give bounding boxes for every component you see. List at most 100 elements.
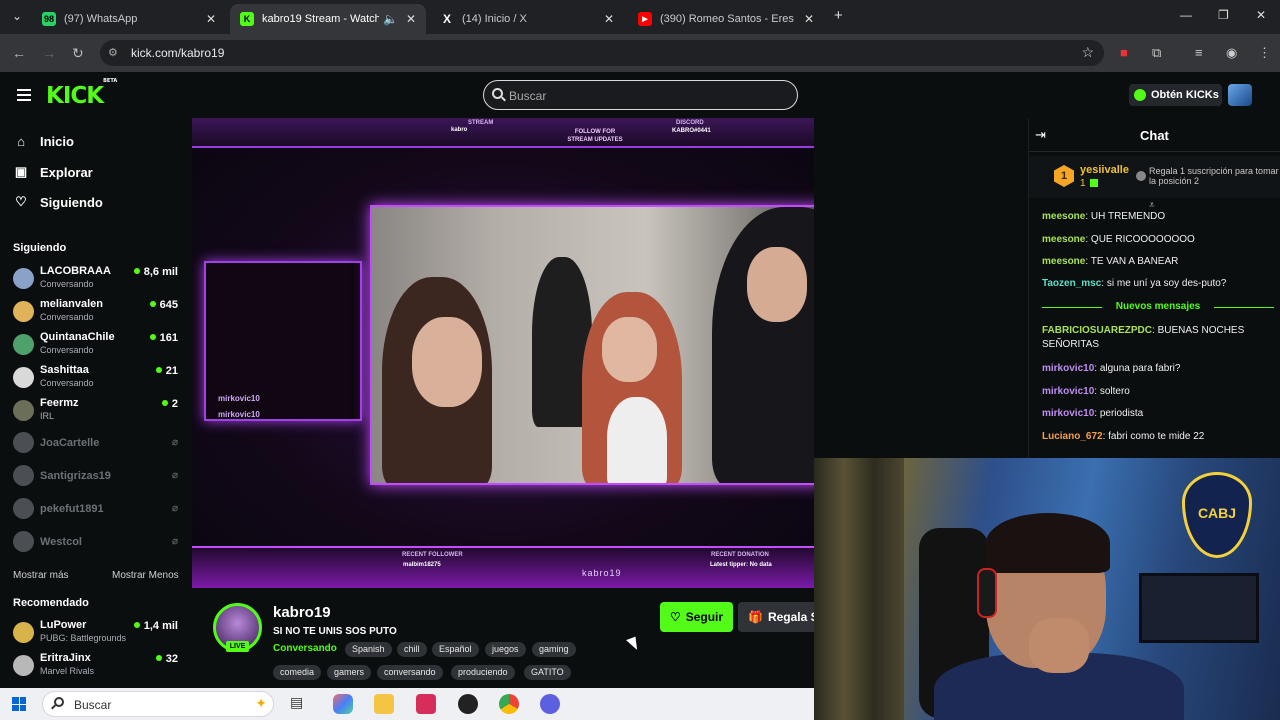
close-tab-icon[interactable]: ✕ [604, 12, 614, 26]
sidebar-channel-offline[interactable]: Westcol ⌀ [13, 528, 181, 560]
site-info-icon[interactable]: ⚙ [108, 46, 118, 59]
nav-siguiendo[interactable]: ♡ Siguiendo [14, 194, 103, 210]
close-tab-icon[interactable]: ✕ [406, 12, 416, 26]
sidebar-channel[interactable]: Sashittaa Conversando 21 [13, 364, 181, 396]
x-logo-icon: X [440, 12, 454, 26]
profile-icon[interactable]: ◉ [1226, 45, 1237, 61]
address-bar[interactable]: ⚙ kick.com/kabro19 ☆ [100, 40, 1104, 66]
tag[interactable]: gaming [532, 642, 576, 657]
gift-icon: 🎁 [748, 610, 763, 624]
chat-text: TE VAN A BANEAR [1090, 256, 1179, 267]
tab-whatsapp[interactable]: 98 (97) WhatsApp ✕ [32, 4, 226, 34]
search-input[interactable]: Buscar [483, 80, 798, 110]
bookmark-star-icon[interactable]: ☆ [1081, 44, 1094, 61]
taskbar-search[interactable]: Buscar ✦ [42, 691, 274, 717]
sidebar-channel-offline[interactable]: JoaCartelle ⌀ [13, 429, 181, 461]
sidebar-channel-offline[interactable]: pekefut1891 ⌀ [13, 495, 181, 527]
windows-start-icon[interactable] [12, 697, 26, 711]
puzzle-icon[interactable]: ⧉ [1152, 45, 1161, 61]
avatar [13, 334, 34, 355]
file-explorer-icon[interactable] [374, 694, 394, 714]
tag[interactable]: comedia [273, 665, 322, 680]
audio-icon[interactable]: 🔈 [383, 12, 398, 26]
stream-category[interactable]: Conversando [273, 643, 337, 654]
new-tab-icon[interactable]: + [834, 7, 843, 24]
sidebar-channel[interactable]: Feermz IRL 2 [13, 397, 181, 429]
tag[interactable]: chill [397, 642, 427, 657]
sidebar-channel[interactable]: EritraJinx Marvel Rivals 32 [13, 652, 181, 684]
app-icon[interactable] [458, 694, 478, 714]
get-kicks-label: Obtén KICKs [1151, 89, 1219, 101]
chat-username[interactable]: Taozen_msc [1042, 278, 1101, 289]
taskbar: Buscar ✦ [0, 688, 814, 720]
chrome-icon[interactable] [499, 694, 519, 714]
follow-button[interactable]: ♡ Seguir [660, 602, 733, 632]
chat-username[interactable]: FABRICIOSUAREZPDC [1042, 325, 1152, 336]
show-less-link[interactable]: Mostrar Menos [112, 570, 179, 581]
close-tab-icon[interactable]: ✕ [804, 12, 814, 26]
tab-title: (97) WhatsApp [64, 13, 138, 25]
minimize-icon[interactable]: — [1180, 8, 1192, 22]
app-icon[interactable] [416, 694, 436, 714]
channel-name: pekefut1891 [40, 503, 104, 515]
close-window-icon[interactable]: ✕ [1256, 8, 1266, 22]
tab-x[interactable]: X (14) Inicio / X ✕ [430, 4, 624, 34]
user-avatar[interactable] [1228, 84, 1252, 106]
tag[interactable]: GATITO [524, 665, 571, 680]
crest-text: CABJ [1197, 505, 1237, 521]
chat-text: fabri como te mide 22 [1108, 431, 1205, 442]
sidebar-channel[interactable]: LuPower PUBG: Battlegrounds 1,4 mil [13, 619, 181, 651]
chat-username[interactable]: meesone [1042, 256, 1085, 267]
menu-dots-icon[interactable]: ⋮ [1258, 45, 1271, 61]
maximize-icon[interactable]: ❐ [1218, 8, 1229, 22]
nav-inicio[interactable]: ⌂ Inicio [14, 134, 74, 149]
back-icon[interactable]: ← [12, 45, 26, 61]
chat-username[interactable]: mirkovic10 [1042, 386, 1094, 397]
hamburger-menu-icon[interactable] [17, 89, 31, 104]
media-control-icon[interactable]: ≡ [1195, 45, 1203, 60]
collapse-chat-icon[interactable]: ⇥ [1035, 127, 1046, 143]
chat-username[interactable]: meesone [1042, 234, 1085, 245]
chat-text: alguna para fabri? [1099, 363, 1181, 374]
channel-name: Santigrizas19 [40, 470, 111, 482]
tag[interactable]: produciendo [451, 665, 515, 680]
video-player[interactable]: STREAM kabro FOLLOW FOR STREAM UPDATES D… [192, 118, 814, 588]
tab-kick[interactable]: K kabro19 Stream - Watch Live 🔈 ✕ [230, 4, 426, 34]
recommended-header: Recomendado [13, 597, 89, 609]
screen: ⌄ 98 (97) WhatsApp ✕ K kabro19 Stream - … [0, 0, 1280, 720]
forward-icon[interactable]: → [42, 45, 56, 61]
reload-icon[interactable]: ↻ [72, 45, 84, 62]
tab-youtube[interactable]: ▶ (390) Romeo Santos - Eres Mía ✕ [628, 4, 824, 34]
avatar [13, 531, 34, 552]
overlay-label: STREAM [468, 120, 494, 126]
tag[interactable]: conversando [377, 665, 443, 680]
sidebar-channel[interactable]: QuintanaChile Conversando 161 [13, 331, 181, 363]
get-kicks-button[interactable]: Obtén KICKs [1129, 84, 1222, 106]
kick-logo[interactable]: KICKBETA [46, 78, 117, 109]
nav-explorar[interactable]: ▣ Explorar [14, 164, 93, 180]
copilot-icon[interactable] [333, 694, 353, 714]
task-view-icon[interactable]: ▤ [290, 694, 310, 714]
overlay-bottom-bar: RECENT FOLLOWER malbim18275 kabro19 RECE… [192, 546, 814, 588]
chat-username[interactable]: Luciano_672 [1042, 431, 1103, 442]
show-more-link[interactable]: Mostrar más [13, 570, 69, 581]
chat-username[interactable]: meesone [1042, 211, 1085, 222]
chat-username[interactable]: mirkovic10 [1042, 363, 1094, 374]
sidebar-channel[interactable]: melianvalen Conversando 645 [13, 298, 181, 330]
sidebar-channel[interactable]: LACOBRAAA Conversando 8,6 mil [13, 265, 181, 297]
overlay-label: FOLLOW FOR STREAM UPDATES [567, 129, 623, 143]
tag[interactable]: Español [432, 642, 479, 657]
channel-category: Conversando [40, 312, 94, 322]
tag[interactable]: juegos [485, 642, 526, 657]
channel-name[interactable]: kabro19 [273, 604, 331, 621]
sidebar-channel-offline[interactable]: Santigrizas19 ⌀ [13, 462, 181, 494]
tag[interactable]: Spanish [345, 642, 392, 657]
app-icon[interactable] [540, 694, 560, 714]
close-tab-icon[interactable]: ✕ [206, 12, 216, 26]
tab-search-icon[interactable]: ⌄ [12, 9, 22, 23]
extension-icon[interactable]: ■ [1120, 45, 1128, 60]
gift-subs-button[interactable]: 🎁 Regala S [738, 602, 814, 632]
leader-username[interactable]: yesiivalle [1080, 164, 1129, 176]
tag[interactable]: gamers [327, 665, 372, 680]
chat-username[interactable]: mirkovic10 [1042, 408, 1094, 419]
